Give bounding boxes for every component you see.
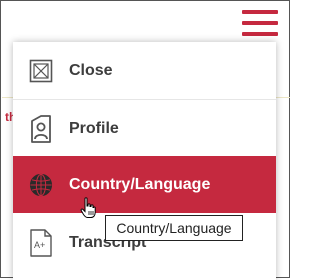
tooltip: Country/Language: [105, 215, 243, 241]
globe-icon: [29, 171, 53, 199]
transcript-icon-text: A+: [34, 240, 45, 250]
menu-item-label: Country/Language: [69, 175, 211, 193]
menu-item-close[interactable]: Close: [13, 42, 276, 99]
menu-item-label: Close: [69, 61, 113, 79]
menu-item-profile[interactable]: Profile: [13, 100, 276, 157]
hamburger-bar: [242, 32, 278, 36]
hamburger-bar: [242, 21, 278, 25]
menu-item-country-language[interactable]: Country/Language: [13, 156, 276, 213]
app-frame: th Close Profile Country/Language A+ Tra…: [0, 0, 290, 280]
menu-item-label: Profile: [69, 119, 119, 137]
tooltip-text: Country/Language: [116, 220, 232, 236]
hamburger-menu-icon[interactable]: [242, 10, 278, 38]
hamburger-bar: [242, 10, 278, 14]
hand-pointer-cursor-icon: [80, 197, 96, 219]
close-box-icon: [29, 57, 53, 85]
transcript-grade-icon: A+: [29, 228, 53, 257]
dropdown-menu: Close Profile Country/Language A+ Transc…: [13, 42, 276, 280]
profile-document-icon: [29, 114, 53, 143]
